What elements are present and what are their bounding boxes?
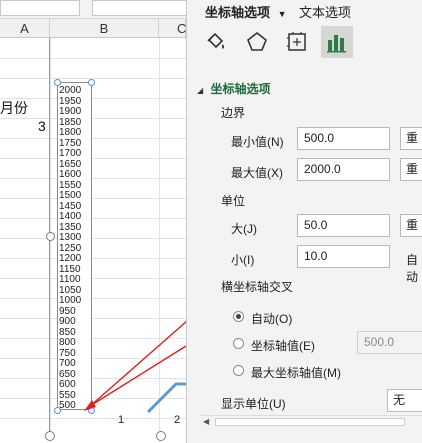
radio-button[interactable] bbox=[233, 338, 244, 349]
cross-label: 横坐标轴交叉 bbox=[221, 280, 294, 294]
chart-overlay bbox=[89, 345, 186, 414]
min-label: 最小值(N) bbox=[231, 135, 284, 149]
bar-chart-icon bbox=[327, 35, 346, 53]
series-line bbox=[146, 382, 186, 414]
tab-axis-options-label: 坐标轴选项 bbox=[205, 5, 271, 20]
bounds-label: 边界 bbox=[221, 106, 246, 120]
major-reset-button[interactable]: 重置 bbox=[400, 214, 422, 237]
radio-button[interactable] bbox=[233, 365, 244, 376]
fill-line-button[interactable] bbox=[199, 26, 231, 58]
annotation-arrow bbox=[89, 345, 186, 407]
cross-option-label: 自动(O) bbox=[251, 312, 293, 326]
min-reset-button[interactable]: 重置 bbox=[400, 127, 422, 150]
max-value-input[interactable]: 2000.0 bbox=[297, 158, 390, 181]
scrollbar-thumb[interactable] bbox=[215, 418, 405, 426]
tab-axis-options[interactable]: 坐标轴选项 ▼ bbox=[205, 2, 287, 21]
max-reset-button[interactable]: 重置 bbox=[400, 158, 422, 181]
cross-option-label: 坐标轴值(E) bbox=[251, 339, 315, 353]
major-unit-input[interactable]: 50.0 bbox=[297, 214, 390, 237]
min-value-input[interactable]: 500.0 bbox=[297, 127, 390, 150]
spreadsheet-area[interactable]: A B C 月份 3 2000 1950 1900 1850 1800 1750… bbox=[0, 0, 186, 443]
cross-value-input[interactable]: 500.0 bbox=[357, 331, 422, 354]
section-header-axis-options[interactable]: ◢ 坐标轴选项 bbox=[197, 80, 271, 97]
major-unit-label: 大(J) bbox=[231, 222, 257, 236]
size-properties-icon bbox=[287, 32, 306, 51]
tab-text-options[interactable]: 文本选项 bbox=[299, 2, 351, 21]
minor-unit-label: 小(I) bbox=[231, 253, 255, 267]
display-units-dropdown[interactable]: 无 bbox=[387, 389, 422, 412]
collapse-triangle-icon: ◢ bbox=[197, 86, 204, 95]
size-properties-button[interactable] bbox=[281, 26, 313, 58]
format-axis-panel: 坐标轴选项 ▼ 文本选项 ◢ 坐标轴选项 边界 最小值(N) 500.0 重 最… bbox=[186, 0, 422, 443]
max-label: 最大值(X) bbox=[231, 166, 283, 180]
axis-options-button[interactable] bbox=[321, 26, 353, 58]
cross-option-label: 最大坐标轴值(M) bbox=[251, 366, 341, 380]
paint-bucket-icon bbox=[207, 32, 224, 49]
chevron-down-icon: ▼ bbox=[277, 9, 287, 19]
units-label: 单位 bbox=[221, 194, 246, 208]
section-title: 坐标轴选项 bbox=[210, 82, 271, 96]
scroll-left-icon[interactable]: ◀ bbox=[203, 417, 209, 426]
pentagon-icon bbox=[247, 31, 267, 51]
effects-button[interactable] bbox=[241, 26, 273, 58]
minor-auto-label: 自动 bbox=[406, 253, 419, 284]
minor-unit-input[interactable]: 10.0 bbox=[297, 245, 390, 268]
display-units-label: 显示单位(U) bbox=[221, 397, 286, 411]
radio-button[interactable] bbox=[233, 311, 244, 322]
